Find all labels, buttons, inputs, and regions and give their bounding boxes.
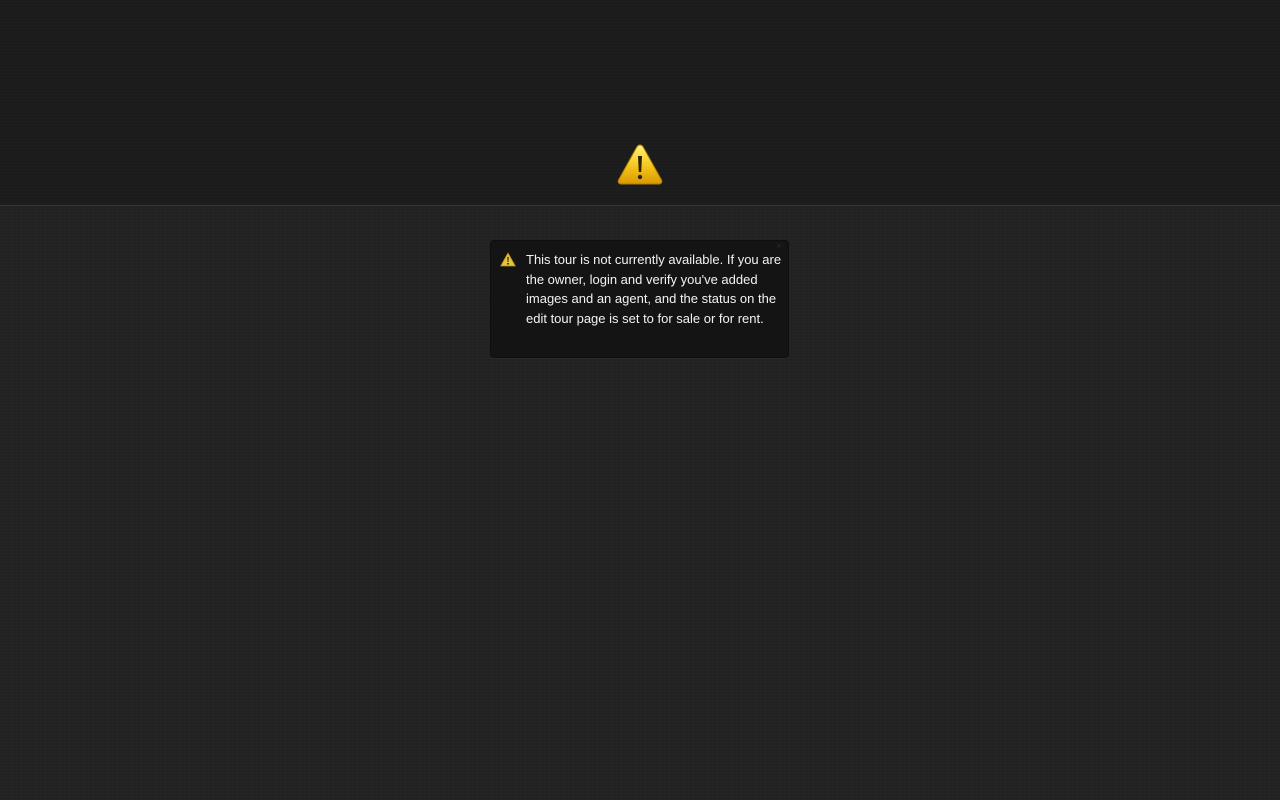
warning-icon xyxy=(617,144,663,185)
warning-icon xyxy=(500,252,516,267)
close-button[interactable]: × xyxy=(774,242,784,252)
unavailable-notice: This tour is not currently available. If… xyxy=(490,240,789,358)
notice-message: This tour is not currently available. If… xyxy=(526,252,782,326)
page: This tour is not currently available. If… xyxy=(0,0,1280,800)
header-band xyxy=(0,0,1280,206)
